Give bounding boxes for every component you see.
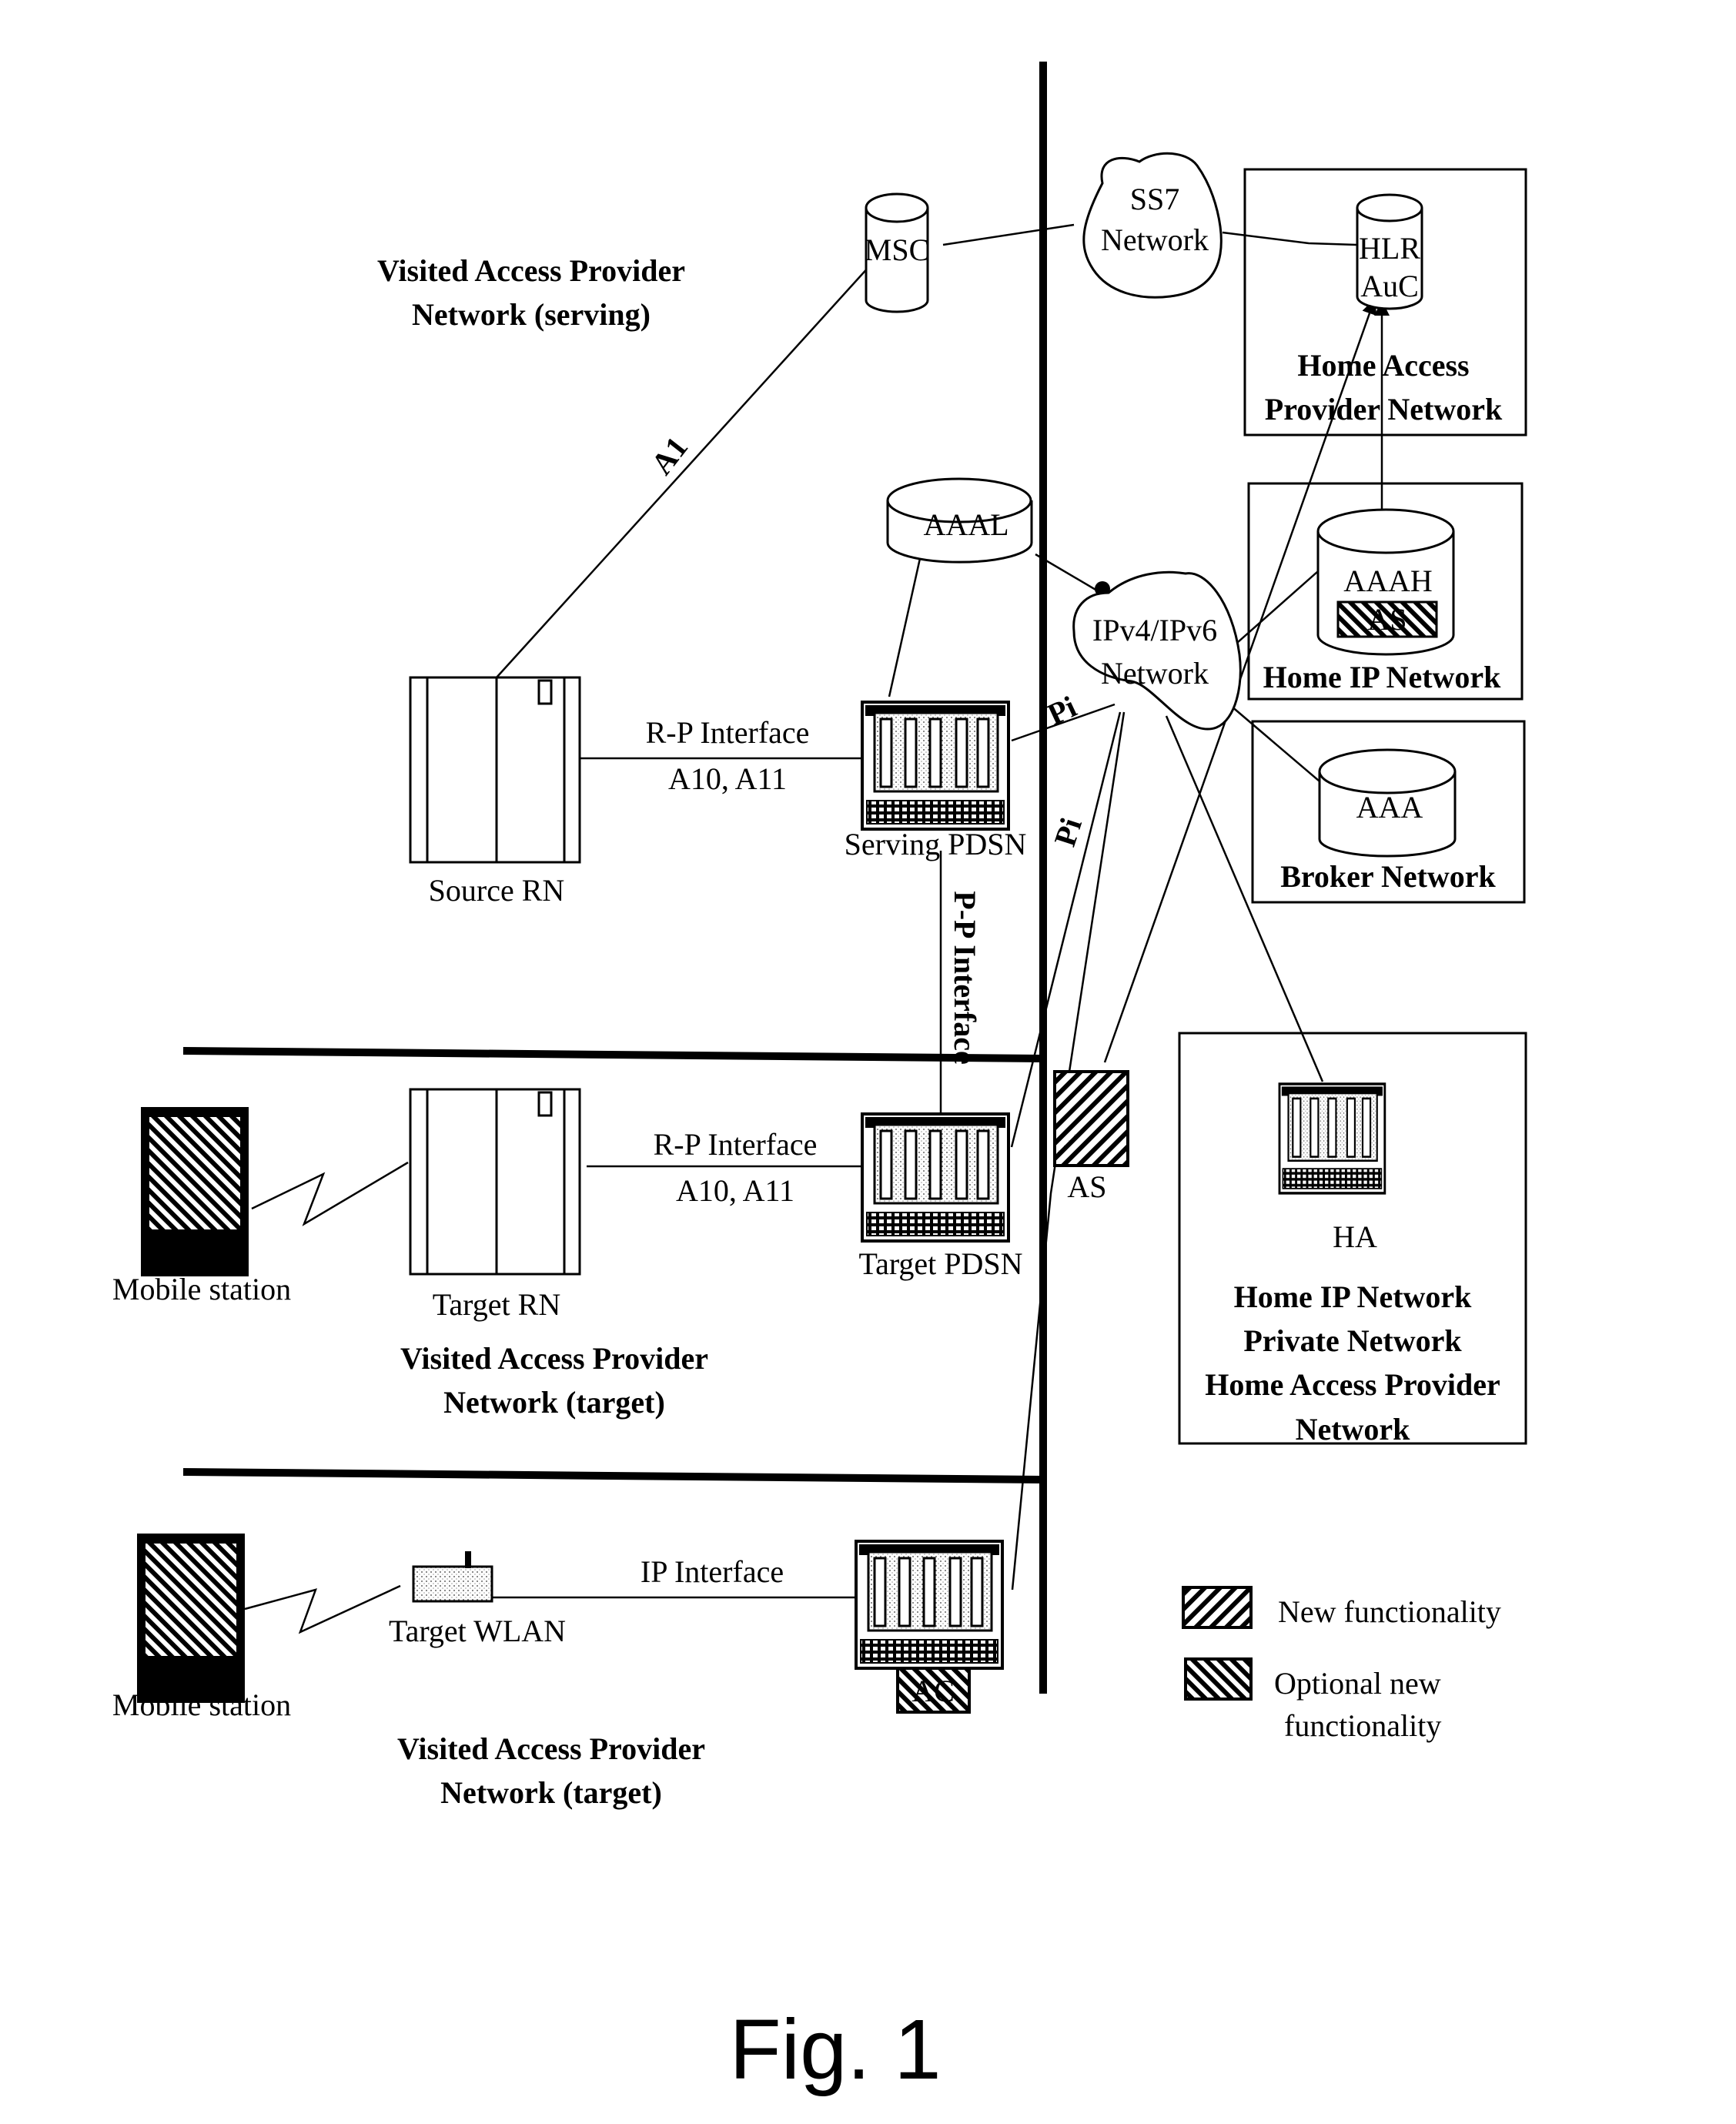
wireless-link-1 bbox=[251, 1161, 409, 1226]
target-rn-icon bbox=[409, 1088, 581, 1276]
hlr-label: HLR bbox=[1359, 231, 1420, 266]
visited-serving-label-2: Network (serving) bbox=[412, 297, 651, 332]
serving-pdsn-label: Serving PDSN bbox=[845, 827, 1027, 861]
mobile-station-1-label: Mobile station bbox=[112, 1272, 291, 1306]
rp-serving-label-2: A10, A11 bbox=[668, 761, 787, 796]
home-private-label-3: Home Access Provider bbox=[1205, 1367, 1500, 1402]
source-rn-icon bbox=[409, 676, 581, 864]
home-ip-network-label: Home IP Network bbox=[1263, 660, 1502, 694]
ss7-label-2: Network bbox=[1101, 222, 1209, 257]
ha-icon bbox=[1278, 1082, 1386, 1195]
ip-ha-link bbox=[1165, 715, 1324, 1082]
wireless-link-2 bbox=[244, 1584, 401, 1634]
ss7-label-1: SS7 bbox=[1130, 182, 1180, 216]
ss7-hlr-link bbox=[1222, 231, 1357, 246]
home-private-label-1: Home IP Network bbox=[1234, 1279, 1473, 1314]
mobile-station-2-label: Mobile station bbox=[112, 1687, 291, 1722]
rp-serving-label-1: R-P Interface bbox=[646, 715, 810, 750]
aaah-as-label: AS bbox=[1367, 602, 1407, 637]
rp-target-label-2: A10, A11 bbox=[676, 1173, 794, 1208]
as-node bbox=[1053, 1070, 1129, 1167]
region-divider-upper bbox=[182, 1047, 1044, 1062]
legend-new-swatch bbox=[1182, 1586, 1253, 1629]
aaal-node: AAAL bbox=[886, 477, 1033, 564]
as-label: AS bbox=[1067, 1169, 1106, 1204]
aaa-node: AAA bbox=[1318, 748, 1457, 858]
visited-target-wlan-label-1: Visited Access Provider bbox=[397, 1731, 705, 1766]
rp-target-label-1: R-P Interface bbox=[654, 1127, 818, 1162]
ip-network-label-2: Network bbox=[1101, 656, 1209, 691]
legend-optional-swatch bbox=[1184, 1657, 1253, 1701]
ha-label: HA bbox=[1333, 1219, 1377, 1254]
network-architecture-diagram: MSC SS7 Network HLR AuC AAAL IPv4/IPv6 N… bbox=[112, 62, 1527, 2097]
pp-interface-label: P-P Interface bbox=[948, 891, 982, 1064]
ip-network-cloud: IPv4/IPv6 Network bbox=[1072, 570, 1242, 731]
aaal-pdsn-link bbox=[888, 540, 925, 697]
home-access-label-2: Provider Network bbox=[1265, 392, 1503, 426]
aaal-label: AAAL bbox=[923, 507, 1008, 542]
msc-node: MSC bbox=[865, 192, 930, 313]
home-access-label-1: Home Access bbox=[1297, 348, 1469, 383]
target-pdsn-label: Target PDSN bbox=[858, 1246, 1022, 1281]
aaah-label: AAAH bbox=[1343, 564, 1433, 598]
ip-interface-label: IP Interface bbox=[641, 1554, 784, 1589]
pi-label-1: Pi bbox=[1042, 689, 1082, 732]
visited-target-wlan-label-2: Network (target) bbox=[440, 1775, 662, 1810]
hlr-auc-node: HLR AuC bbox=[1356, 193, 1423, 310]
target-pdsn-icon bbox=[861, 1112, 1010, 1243]
ac-server-icon bbox=[855, 1540, 1004, 1670]
aaah-node: AAAH AS bbox=[1316, 508, 1455, 656]
visited-serving-label-1: Visited Access Provider bbox=[377, 253, 685, 288]
home-private-label-2: Private Network bbox=[1243, 1323, 1462, 1358]
mobile-station-1-icon bbox=[140, 1106, 249, 1277]
msc-ss7-link bbox=[942, 223, 1075, 246]
figure-caption: Fig. 1 bbox=[729, 2002, 941, 2097]
pi-label-2: Pi bbox=[1047, 814, 1089, 851]
visited-target-rn-label-2: Network (target) bbox=[443, 1385, 665, 1420]
target-rn-label: Target RN bbox=[433, 1287, 560, 1322]
aaa-label: AAA bbox=[1356, 790, 1423, 825]
ip-aaa-link bbox=[1219, 696, 1325, 786]
msc-label: MSC bbox=[865, 232, 930, 267]
source-rn-label: Source RN bbox=[429, 873, 565, 908]
visited-target-rn-label-1: Visited Access Provider bbox=[400, 1341, 708, 1376]
region-divider-lower bbox=[182, 1468, 1044, 1483]
target-wlan-node bbox=[412, 1551, 493, 1603]
ac-label: AC bbox=[911, 1674, 955, 1708]
ss7-cloud: SS7 Network bbox=[1082, 152, 1223, 299]
legend-new-label: New functionality bbox=[1278, 1594, 1501, 1629]
legend: New functionality Optional new functiona… bbox=[1182, 1586, 1501, 1743]
a1-label: A1 bbox=[644, 430, 695, 481]
broker-network-label: Broker Network bbox=[1280, 859, 1496, 894]
legend-optional-label-2: functionality bbox=[1284, 1708, 1441, 1743]
ip-network-label-1: IPv4/IPv6 bbox=[1092, 613, 1217, 647]
auc-label: AuC bbox=[1360, 269, 1419, 303]
legend-optional-label-1: Optional new bbox=[1274, 1666, 1441, 1701]
target-wlan-label: Target WLAN bbox=[389, 1614, 566, 1648]
home-private-label-4: Network bbox=[1296, 1412, 1411, 1447]
ip-aaah-link bbox=[1223, 565, 1325, 655]
mobile-station-2-icon bbox=[136, 1533, 246, 1704]
serving-pdsn-icon bbox=[861, 701, 1010, 831]
